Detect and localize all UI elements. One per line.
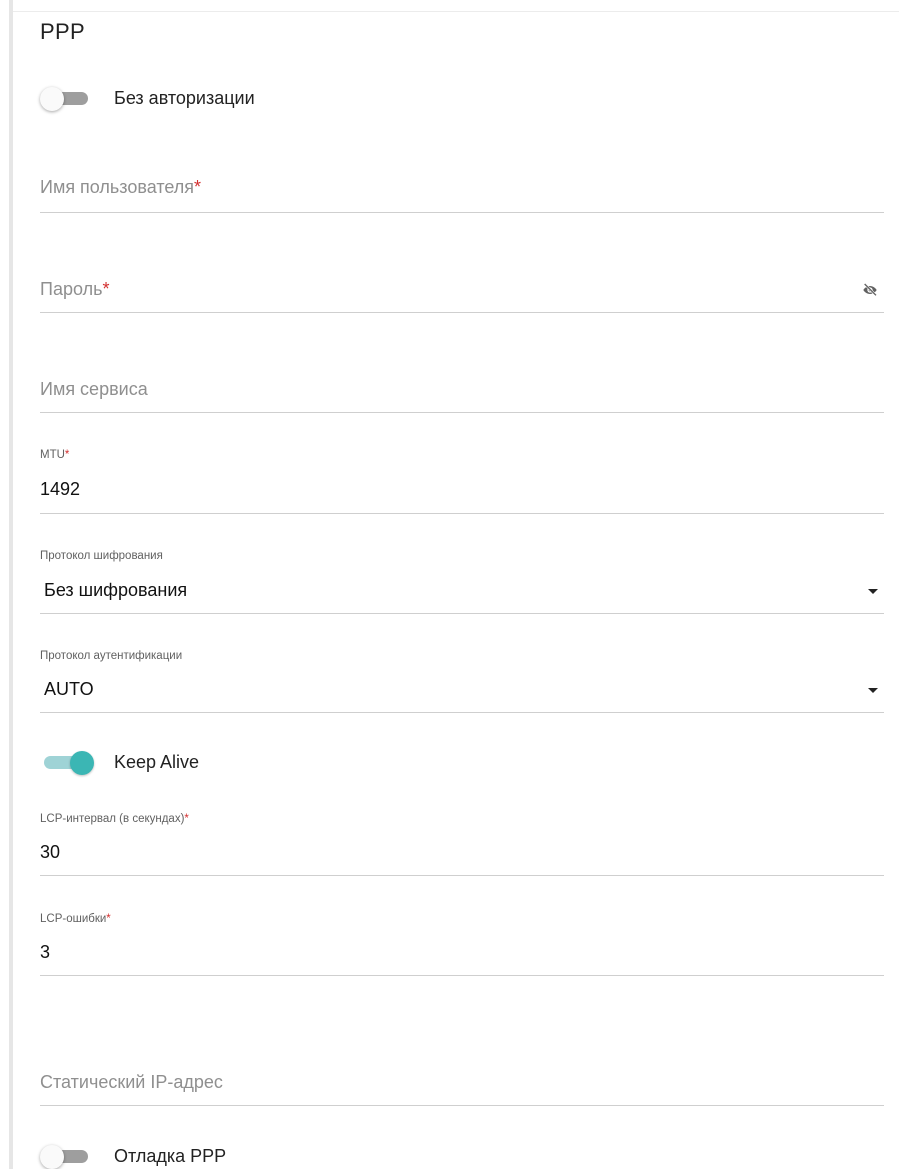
no-auth-label: Без авторизации (114, 88, 255, 108)
encryption-select[interactable]: Протокол шифрования Без шифрования (40, 546, 884, 614)
left-divider (9, 0, 13, 1169)
encryption-value[interactable]: Без шифрования (44, 580, 187, 601)
service-name-placeholder: Имя сервиса (40, 379, 148, 399)
ppp-debug-switch[interactable] (40, 1145, 88, 1169)
lcp-failures-value[interactable]: 3 (40, 942, 50, 963)
ppp-settings-panel: PPP Без авторизации Имя пользователя* Па… (0, 0, 899, 1169)
mtu-value[interactable]: 1492 (40, 479, 80, 500)
switch-knob (40, 87, 64, 111)
keep-alive-switch[interactable] (40, 751, 94, 775)
static-ip-field[interactable]: Статический IP-адрес (40, 1052, 884, 1106)
no-auth-toggle[interactable]: Без авторизации (40, 87, 255, 111)
switch-knob (40, 1145, 64, 1169)
lcp-interval-value[interactable]: 30 (40, 842, 60, 863)
lcp-failures-label: LCP-ошибки* (40, 913, 111, 925)
eye-off-icon[interactable] (862, 282, 878, 298)
keep-alive-label: Keep Alive (114, 752, 200, 772)
keep-alive-toggle[interactable]: Keep Alive (40, 751, 200, 775)
auth-protocol-label: Протокол аутентификации (40, 650, 183, 662)
ppp-debug-label: Отладка PPP (114, 1146, 227, 1166)
mtu-field[interactable]: MTU* 1492 (40, 445, 884, 514)
auth-protocol-select[interactable]: Протокол аутентификации AUTO (40, 646, 884, 713)
no-auth-switch[interactable] (40, 87, 88, 111)
lcp-failures-field[interactable]: LCP-ошибки* 3 (40, 909, 884, 976)
lcp-interval-label: LCP-интервал (в секундах)* (40, 813, 189, 825)
encryption-label: Протокол шифрования (40, 550, 163, 562)
username-placeholder: Имя пользователя* (40, 177, 202, 197)
username-field[interactable]: Имя пользователя* (40, 160, 884, 213)
mtu-label: MTU* (40, 449, 70, 461)
switch-knob (70, 751, 94, 775)
service-name-field[interactable]: Имя сервиса (40, 360, 884, 413)
static-ip-placeholder: Статический IP-адрес (40, 1072, 223, 1092)
password-placeholder: Пароль* (40, 279, 110, 299)
password-field[interactable]: Пароль* (40, 260, 884, 313)
section-title: PPP (40, 19, 85, 44)
top-divider (13, 11, 899, 12)
caret-down-icon[interactable] (868, 688, 878, 693)
caret-down-icon[interactable] (868, 589, 878, 594)
auth-protocol-value[interactable]: AUTO (44, 679, 94, 700)
lcp-interval-field[interactable]: LCP-интервал (в секундах)* 30 (40, 809, 884, 876)
ppp-debug-toggle[interactable]: Отладка PPP (40, 1145, 227, 1169)
